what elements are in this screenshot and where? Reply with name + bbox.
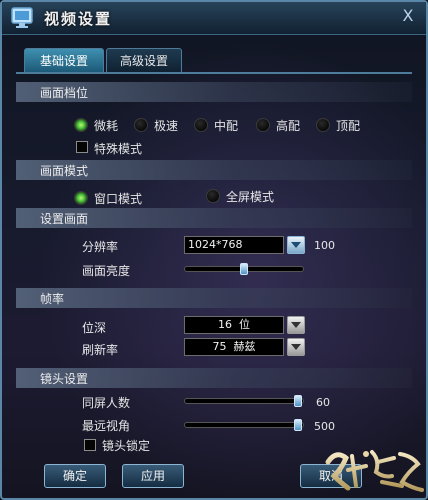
same-screen-slider-thumb[interactable] [293,395,302,407]
section-header-display: 设置画面 [16,208,412,228]
section-header-fps: 帧率 [16,288,412,308]
close-icon[interactable]: X [400,7,416,25]
radio-label: 全屏模式 [226,190,275,204]
radio-quality-medium[interactable] [194,118,208,132]
section-header-mode: 画面模式 [16,160,412,180]
view-distance-label: 最远视角 [82,419,131,433]
chevron-down-icon [291,242,301,248]
section-title: 镜头设置 [40,372,89,386]
apply-button[interactable]: 应用 [122,464,184,488]
refresh-rate-dropdown-button[interactable] [287,338,305,356]
video-settings-window: 视频设置 X 基础设置 高级设置 画面档位 微耗 极速 中配 高配 顶配 特殊模… [0,0,428,500]
section-header-quality: 画面档位 [16,82,412,102]
checkbox-label: 特殊模式 [94,142,143,156]
radio-quality-max[interactable] [316,118,330,132]
radio-window-mode[interactable] [74,191,88,205]
refresh-rate-label: 刷新率 [82,343,119,357]
radio-fullscreen-mode[interactable] [206,189,220,203]
bit-depth-select[interactable]: 16 位 [184,316,284,334]
view-distance-slider-track[interactable] [184,422,304,428]
radio-label: 窗口模式 [94,192,143,206]
view-distance-slider-thumb[interactable] [293,419,302,431]
chevron-down-icon [291,322,301,328]
radio-label: 微耗 [94,119,119,133]
window-title: 视频设置 [44,10,113,28]
section-title: 画面档位 [40,86,89,100]
section-title: 设置画面 [40,212,89,226]
tab-divider [16,72,412,74]
chevron-down-icon [291,344,301,350]
same-screen-slider-track[interactable] [184,398,304,404]
tab-basic-settings[interactable]: 基础设置 [24,48,104,72]
radio-label: 顶配 [336,119,361,133]
resolution-select[interactable]: 1024*768 [184,236,284,254]
same-screen-value: 60 [316,396,330,409]
tab-advanced-settings[interactable]: 高级设置 [106,48,182,72]
radio-quality-low[interactable] [74,118,88,132]
same-screen-players-label: 同屏人数 [82,396,131,410]
resolution-dropdown-button[interactable] [287,236,305,254]
radio-quality-high[interactable] [256,118,270,132]
camera-lock-checkbox[interactable] [84,439,96,451]
ok-button[interactable]: 确定 [44,464,106,488]
brightness-label: 画面亮度 [82,264,131,278]
game-logo [325,450,424,492]
radio-label: 极速 [154,119,179,133]
radio-quality-fast[interactable] [134,118,148,132]
radio-label: 高配 [276,119,301,133]
title-bar[interactable]: 视频设置 X [2,2,426,35]
brightness-slider-thumb[interactable] [240,263,248,275]
monitor-icon [11,7,33,28]
section-title: 画面模式 [40,164,89,178]
bit-depth-dropdown-button[interactable] [287,316,305,334]
resolution-extra-value: 100 [314,239,335,252]
bit-depth-label: 位深 [82,321,107,335]
section-header-camera: 镜头设置 [16,368,412,388]
radio-label: 中配 [214,119,239,133]
view-distance-value: 500 [314,420,335,433]
resolution-label: 分辨率 [82,240,119,254]
checkbox-label: 镜头锁定 [102,439,151,453]
refresh-rate-select[interactable]: 75 赫兹 [184,338,284,356]
section-title: 帧率 [40,292,65,306]
special-mode-checkbox[interactable] [76,141,88,153]
